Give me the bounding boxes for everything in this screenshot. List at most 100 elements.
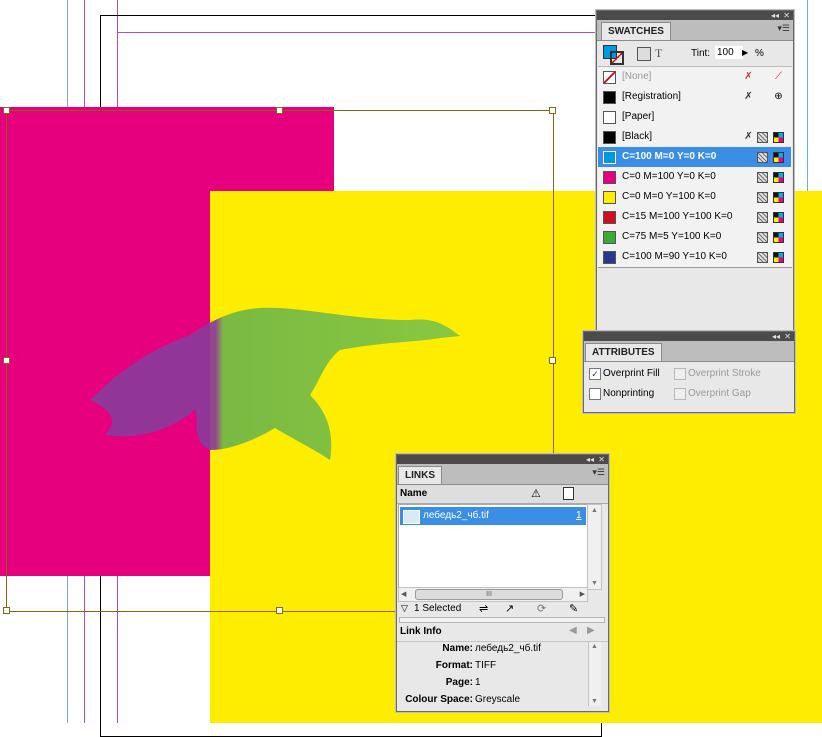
collapse-icon[interactable]: ◂◂ — [771, 11, 779, 20]
swatch-chip — [603, 231, 616, 244]
go-to-link-icon[interactable]: ↗ — [505, 602, 514, 615]
scroll-thumb[interactable]: III — [415, 589, 563, 600]
registration-icon: ⊕ — [774, 91, 783, 102]
panel-menu-icon[interactable]: ▾☰ — [777, 23, 790, 34]
swatch-row[interactable]: [Paper] — [598, 107, 791, 128]
swatch-row[interactable]: C=0 M=0 Y=100 K=0 — [598, 187, 791, 208]
swatch-row[interactable]: C=15 M=100 Y=100 K=0 — [598, 207, 791, 228]
panel-menu-icon[interactable]: ▾☰ — [592, 467, 605, 478]
image-thumbnail — [403, 510, 420, 524]
swatch-name: C=0 M=0 Y=100 K=0 — [622, 191, 716, 202]
scroll-up-icon[interactable]: ▲ — [591, 507, 598, 514]
collapse-icon[interactable]: ◂◂ — [772, 332, 780, 341]
resize-handle[interactable] — [549, 107, 556, 114]
swatches-panel: ◂◂ ✕ SWATCHES ▾☰ T Tint: 100 ▶ % [None] … — [596, 10, 794, 334]
links-status-bar: ▽ 1 Selected ⇌ ↗ ⟳ ✎ — [397, 601, 608, 617]
process-color-icon — [757, 212, 768, 223]
swatch-row[interactable]: [Black] ✗ — [598, 127, 791, 148]
page-column-icon[interactable] — [563, 487, 574, 500]
info-value-page: 1 — [475, 677, 481, 688]
panel-titlebar[interactable]: ◂◂ ✕ — [597, 11, 793, 20]
info-scrollbar[interactable]: ▲ ▼ — [588, 642, 601, 706]
link-row-selected[interactable]: лебедь2_чб.tif 1 — [400, 507, 586, 525]
cmyk-icon — [773, 152, 784, 163]
scroll-right-icon[interactable]: ▶ — [580, 590, 585, 598]
close-icon[interactable]: ✕ — [784, 332, 791, 341]
tint-dropdown-icon[interactable]: ▶ — [742, 48, 748, 57]
swatch-chip — [603, 251, 616, 264]
close-icon[interactable]: ✕ — [783, 11, 790, 20]
resize-handle[interactable] — [549, 357, 556, 364]
cannot-edit-icon: ✗ — [744, 131, 753, 142]
swatch-chip-none — [603, 71, 616, 84]
resize-handle[interactable] — [276, 107, 283, 114]
update-link-icon[interactable]: ⟳ — [537, 602, 546, 615]
link-info-header: Link Info ◀ ▶ — [397, 623, 608, 642]
cmyk-icon — [773, 172, 784, 183]
swatch-row[interactable]: C=100 M=90 Y=10 K=0 — [598, 247, 791, 267]
edit-original-icon[interactable]: ✎ — [569, 602, 578, 615]
toggle-link-info-icon[interactable]: ▽ — [401, 603, 408, 614]
process-color-icon — [757, 172, 768, 183]
text-format-icon[interactable]: T — [655, 46, 662, 61]
overprint-stroke-checkbox[interactable] — [674, 368, 686, 380]
swatch-name: C=0 M=100 Y=0 K=0 — [622, 171, 716, 182]
scroll-left-icon[interactable]: ◀ — [401, 590, 406, 598]
swatch-chip — [603, 211, 616, 224]
link-page-number[interactable]: 1 — [576, 510, 582, 521]
scroll-up-icon[interactable]: ▲ — [591, 643, 598, 650]
horizontal-scrollbar[interactable]: ◀ III ▶ — [398, 587, 588, 602]
container-format-icon[interactable] — [637, 47, 651, 61]
scroll-down-icon[interactable]: ▼ — [591, 580, 598, 587]
swatch-chip — [603, 171, 616, 184]
overprint-fill-label: Overprint Fill — [603, 368, 660, 379]
cmyk-icon — [773, 132, 784, 143]
cmyk-icon — [773, 232, 784, 243]
swatch-row[interactable]: C=0 M=100 Y=0 K=0 — [598, 167, 791, 188]
info-value-colour-space: Greyscale — [475, 694, 521, 705]
tab-attributes[interactable]: ATTRIBUTES — [585, 343, 662, 361]
relink-icon[interactable]: ⇌ — [479, 602, 488, 615]
swatch-name: [None] — [622, 71, 652, 82]
swatch-chip — [603, 191, 616, 204]
links-panel: ◂◂ ✕ LINKS ▾☰ Name ⚠ лебедь2_чб.tif 1 ▲ … — [396, 454, 609, 712]
swatch-chip — [603, 111, 616, 124]
warning-icon[interactable]: ⚠ — [531, 487, 541, 500]
close-icon[interactable]: ✕ — [598, 455, 605, 464]
panel-titlebar[interactable]: ◂◂ ✕ — [584, 332, 794, 341]
tint-unit: % — [755, 48, 764, 59]
resize-handle[interactable] — [3, 607, 10, 614]
vertical-scrollbar[interactable]: ▲ ▼ — [587, 504, 602, 590]
swatch-name: [Registration] — [622, 91, 681, 102]
pasteboard — [808, 191, 822, 723]
process-color-icon — [757, 132, 768, 143]
nonprinting-checkbox[interactable] — [589, 388, 601, 400]
links-list: лебедь2_чб.tif 1 — [398, 504, 588, 588]
swatch-row-selected[interactable]: C=100 M=0 Y=0 K=0 — [598, 147, 791, 168]
tab-links[interactable]: LINKS — [398, 466, 442, 484]
links-column-header: Name ⚠ — [397, 485, 608, 504]
scroll-down-icon[interactable]: ▼ — [591, 698, 598, 705]
swatch-row[interactable]: C=75 M=5 Y=100 K=0 — [598, 227, 791, 248]
tab-swatches[interactable]: SWATCHES — [601, 22, 671, 40]
swatch-name: C=75 M=5 Y=100 K=0 — [622, 231, 722, 242]
cmyk-icon — [773, 192, 784, 203]
swatch-name: [Black] — [622, 131, 653, 142]
panel-titlebar[interactable]: ◂◂ ✕ — [397, 455, 608, 464]
link-file-name: лебедь2_чб.tif — [423, 510, 489, 521]
next-link-icon[interactable]: ▶ — [587, 625, 595, 636]
collapse-icon[interactable]: ◂◂ — [586, 455, 594, 464]
swatch-row[interactable]: [Registration] ✗ ⊕ — [598, 87, 791, 108]
swatch-row[interactable]: [None] ✗ ⟋ — [598, 67, 791, 88]
info-label-colour-space: Colour Space: — [405, 694, 473, 705]
resize-handle[interactable] — [3, 357, 10, 364]
column-name[interactable]: Name — [400, 488, 427, 499]
overprint-gap-checkbox[interactable] — [674, 388, 686, 400]
overprint-fill-checkbox[interactable]: ✓ — [589, 368, 601, 380]
swatch-chip — [603, 151, 616, 164]
prev-link-icon[interactable]: ◀ — [569, 625, 577, 636]
tint-input[interactable]: 100 — [715, 46, 743, 59]
resize-handle[interactable] — [3, 107, 10, 114]
resize-handle[interactable] — [276, 607, 283, 614]
stroke-none-icon[interactable] — [610, 51, 624, 65]
